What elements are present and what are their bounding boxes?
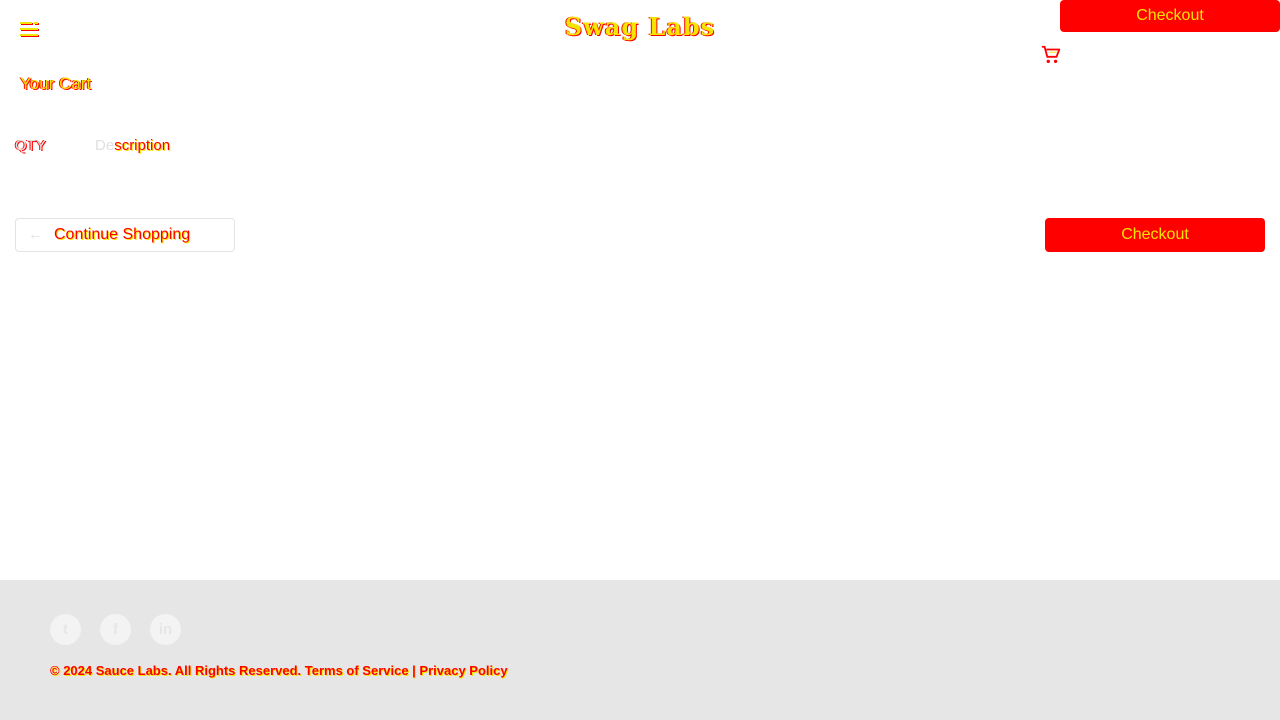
footer-copyright: © 2024 Sauce Labs. All Rights Reserved. … bbox=[50, 663, 508, 678]
description-header-rest: scription bbox=[114, 137, 171, 154]
facebook-icon[interactable]: f bbox=[100, 614, 131, 645]
checkout-button[interactable]: Checkout bbox=[1045, 218, 1265, 252]
description-header-prefix: De bbox=[95, 137, 115, 154]
description-column-header: Description bbox=[95, 137, 170, 154]
footer: t f in © 2024 Sauce Labs. All Rights Res… bbox=[0, 580, 1280, 720]
continue-shopping-button[interactable]: ← Continue Shopping bbox=[15, 218, 235, 252]
top-checkout-button[interactable]: Checkout bbox=[1060, 0, 1280, 32]
facebook-icon-glyph: f bbox=[113, 621, 118, 638]
linkedin-icon-glyph: in bbox=[158, 621, 173, 638]
continue-shopping-label: Continue Shopping bbox=[54, 226, 191, 243]
cart-page: Swag Labs Checkout Your Cart QTY Descrip… bbox=[0, 0, 1280, 720]
qty-column-header: QTY bbox=[15, 137, 46, 154]
shopping-cart-icon[interactable] bbox=[1040, 44, 1062, 66]
twitter-icon[interactable]: t bbox=[50, 614, 81, 645]
arrow-left-icon: ← bbox=[28, 226, 43, 243]
twitter-icon-glyph: t bbox=[63, 621, 68, 638]
linkedin-icon[interactable]: in bbox=[150, 614, 181, 645]
page-title: Your Cart bbox=[20, 74, 92, 93]
